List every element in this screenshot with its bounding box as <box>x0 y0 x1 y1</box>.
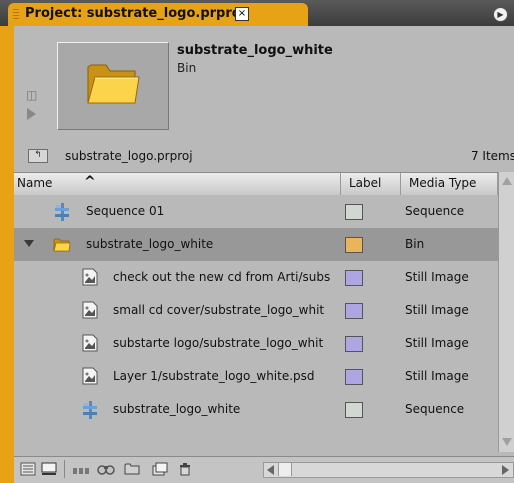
item-name: small cd cover/substrate_logo_whit <box>113 303 325 317</box>
still-image-icon <box>82 334 98 352</box>
label-swatch[interactable] <box>345 303 363 319</box>
list-item[interactable]: substrate_logo_white Sequence <box>14 393 498 426</box>
list-item[interactable]: small cd cover/substrate_logo_whit Still… <box>14 294 498 327</box>
folder-icon <box>87 64 140 104</box>
sequence-icon <box>83 401 97 419</box>
item-name: check out the new cd from Arti/subs <box>113 270 331 284</box>
item-media-type: Still Image <box>405 336 469 350</box>
item-name: substrate_logo_white <box>113 402 241 416</box>
tab-title: Project: substrate_logo.prproj <box>25 6 246 21</box>
toolbar-divider <box>64 460 65 478</box>
bottom-toolbar <box>14 456 514 483</box>
preview-item-name: substrate_logo_white <box>177 43 333 58</box>
column-divider[interactable] <box>340 173 341 195</box>
column-header-name[interactable]: Name <box>17 176 52 190</box>
horizontal-scrollbar[interactable] <box>263 462 514 478</box>
still-image-icon <box>82 301 98 319</box>
scroll-up-icon[interactable] <box>502 177 512 185</box>
item-name: substarte logo/substrate_logo_whit <box>113 336 324 350</box>
sequence-icon <box>55 203 69 221</box>
item-media-type: Still Image <box>405 303 469 317</box>
trash-icon[interactable] <box>178 462 192 476</box>
item-media-type: Still Image <box>405 270 469 284</box>
close-icon[interactable]: × <box>235 7 249 21</box>
expand-triangle-icon[interactable] <box>24 240 34 248</box>
label-swatch[interactable] <box>345 204 363 220</box>
still-image-icon <box>82 367 98 385</box>
list-item[interactable]: substrate_logo_white Bin <box>14 228 498 261</box>
list-view-icon[interactable] <box>20 462 36 476</box>
column-header-label[interactable]: Label <box>349 176 381 190</box>
column-header: Name ^ Label Media Type <box>14 172 514 196</box>
icon-view-icon[interactable] <box>41 462 57 476</box>
project-path-line: ↰ substrate_logo.prproj 7 Items <box>14 146 514 168</box>
item-media-type: Sequence <box>405 204 465 218</box>
play-icon[interactable] <box>27 108 36 120</box>
scroll-thumb[interactable] <box>278 463 292 476</box>
automate-to-sequence-icon[interactable] <box>72 462 90 476</box>
item-media-type: Bin <box>405 237 425 251</box>
list-item[interactable]: Layer 1/substrate_logo_white.psd Still I… <box>14 360 498 393</box>
camera-icon[interactable]: ◫ <box>26 88 37 102</box>
column-divider[interactable] <box>400 173 401 195</box>
list-item[interactable]: check out the new cd from Arti/subs Stil… <box>14 261 498 294</box>
label-swatch[interactable] <box>345 369 363 385</box>
new-bin-icon[interactable] <box>124 462 140 476</box>
scroll-left-icon[interactable] <box>267 465 274 475</box>
project-panel: ◫ substrate_logo_white Bin ↰ substrate_l… <box>14 26 514 483</box>
parent-bin-icon[interactable]: ↰ <box>28 149 48 163</box>
item-media-type: Sequence <box>405 402 465 416</box>
label-swatch[interactable] <box>345 402 363 418</box>
scroll-down-icon[interactable] <box>502 438 512 446</box>
tab-bar: Project: substrate_logo.prproj × ▶ <box>0 0 514 26</box>
folder-icon <box>53 238 71 252</box>
still-image-icon <box>82 268 98 286</box>
list-item[interactable]: Sequence 01 Sequence <box>14 195 498 228</box>
list-item[interactable]: substarte logo/substrate_logo_whit Still… <box>14 327 498 360</box>
project-panel-frame: Project: substrate_logo.prproj × ▶ ◫ sub… <box>0 0 514 483</box>
item-media-type: Still Image <box>405 369 469 383</box>
column-header-media-type[interactable]: Media Type <box>409 176 476 190</box>
panel-menu-icon[interactable]: ▶ <box>493 7 508 22</box>
grip-icon[interactable] <box>13 9 19 21</box>
tab-project[interactable]: Project: substrate_logo.prproj × <box>8 3 308 26</box>
scroll-right-icon[interactable] <box>502 465 509 475</box>
item-name: substrate_logo_white <box>86 237 214 251</box>
vertical-scrollbar[interactable] <box>498 172 514 452</box>
project-name: substrate_logo.prproj <box>65 149 193 163</box>
item-name: Sequence 01 <box>86 204 165 218</box>
item-count: 7 Items <box>470 149 514 163</box>
sort-ascending-icon[interactable]: ^ <box>84 174 96 190</box>
label-swatch[interactable] <box>345 336 363 352</box>
find-icon[interactable] <box>97 462 115 476</box>
label-swatch[interactable] <box>345 270 363 286</box>
new-item-icon[interactable] <box>152 462 168 476</box>
thumbnail <box>57 42 169 130</box>
item-name: Layer 1/substrate_logo_white.psd <box>113 369 315 383</box>
preview-item-type: Bin <box>177 61 197 75</box>
label-swatch[interactable] <box>345 237 363 253</box>
item-list: Sequence 01 Sequence substrate_logo_whit… <box>14 195 498 452</box>
preview-area: ◫ substrate_logo_white Bin <box>14 26 514 138</box>
